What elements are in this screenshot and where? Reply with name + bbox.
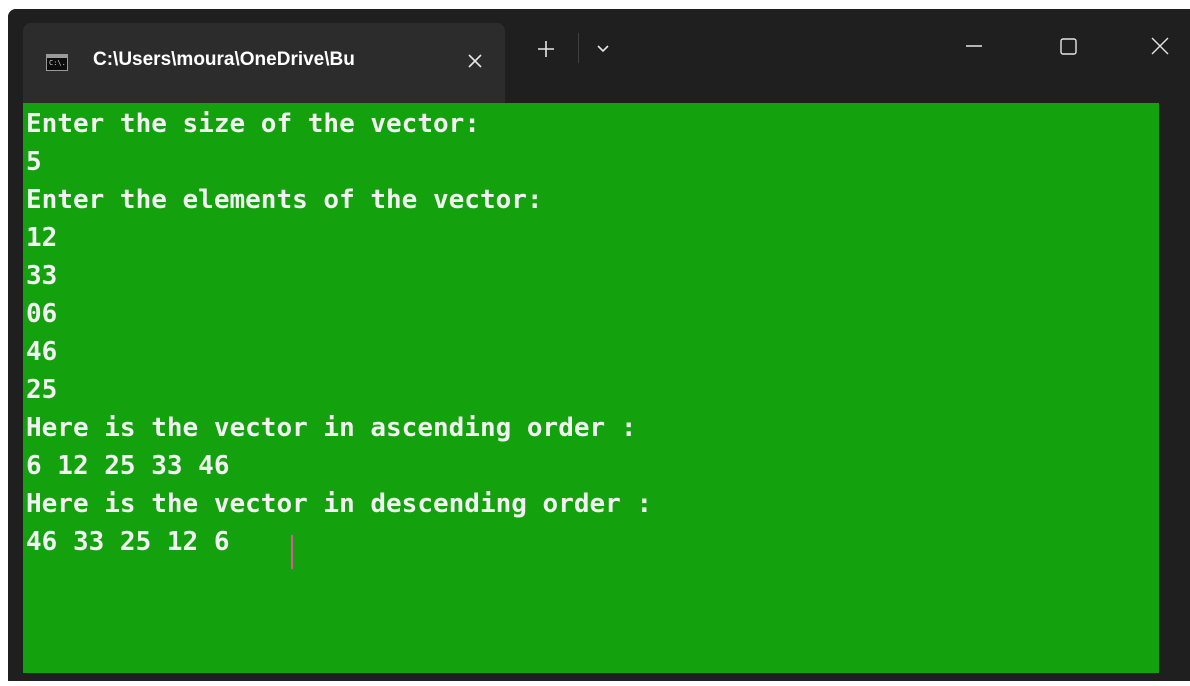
chevron-down-icon[interactable] xyxy=(596,39,610,59)
text-cursor xyxy=(291,535,293,569)
close-icon[interactable] xyxy=(1141,31,1181,61)
console-line: 06 xyxy=(26,299,58,329)
console-line: 25 xyxy=(26,375,58,405)
maximize-icon[interactable] xyxy=(1049,31,1089,61)
console-line: 12 xyxy=(26,223,58,253)
plus-icon[interactable] xyxy=(536,39,556,59)
console-line: 33 xyxy=(26,261,58,291)
console-output[interactable]: Enter the size of the vector: 5 Enter th… xyxy=(23,103,1159,673)
title-bar: C:\. C:\Users\moura\OneDrive\Bu xyxy=(8,9,1190,103)
console-line: 46 33 25 12 6 xyxy=(26,527,230,557)
console-line: Enter the size of the vector: xyxy=(26,109,480,139)
console-line: 6 12 25 33 46 xyxy=(26,451,230,481)
console-line: 46 xyxy=(26,337,58,367)
console-line: Here is the vector in ascending order : xyxy=(26,413,637,443)
terminal-window: C:\. C:\Users\moura\OneDrive\Bu Enter th… xyxy=(8,9,1190,681)
tab-terminal[interactable]: C:\. C:\Users\moura\OneDrive\Bu xyxy=(23,23,505,103)
tab-separator xyxy=(578,33,579,63)
console-line: 5 xyxy=(26,147,42,177)
terminal-icon: C:\. xyxy=(46,54,68,71)
tab-title: C:\Users\moura\OneDrive\Bu xyxy=(93,49,355,70)
minimize-icon[interactable] xyxy=(954,31,994,61)
terminal-icon-label: C:\. xyxy=(49,59,66,67)
console-line: Here is the vector in descending order : xyxy=(26,489,653,519)
console-line: Enter the elements of the vector: xyxy=(26,185,543,215)
tab-close-icon[interactable] xyxy=(464,50,486,72)
